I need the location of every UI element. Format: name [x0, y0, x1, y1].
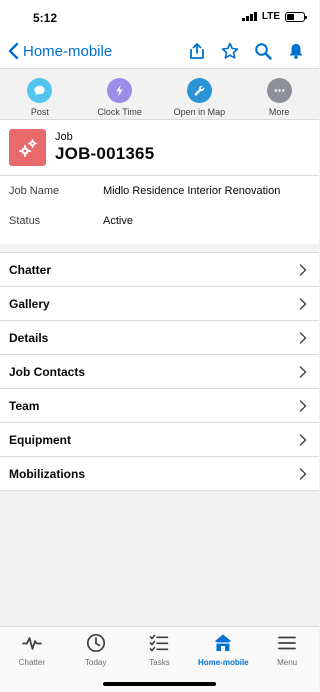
- back-button[interactable]: Home-mobile: [8, 43, 112, 60]
- chevron-right-icon: [299, 433, 307, 446]
- pulse-icon: [22, 637, 42, 650]
- signal-icon: [241, 12, 257, 21]
- record-title: JOB-001365: [55, 144, 155, 163]
- chat-icon: [27, 78, 53, 103]
- related-mobilizations[interactable]: Mobilizations: [0, 457, 319, 491]
- status-bar: 5:12 LTE: [0, 0, 319, 34]
- record-type: Job: [55, 131, 73, 143]
- related-chatter[interactable]: Chatter: [0, 253, 319, 287]
- battery-icon: [285, 11, 307, 22]
- back-label: Home-mobile: [23, 42, 113, 60]
- more-action[interactable]: More: [239, 69, 319, 119]
- tab-chatter[interactable]: Chatter: [0, 627, 64, 692]
- related-equipment[interactable]: Equipment: [0, 423, 319, 457]
- clock-time-action[interactable]: Clock Time: [80, 69, 160, 119]
- action-bar: Post Clock Time Open in Map More: [0, 68, 319, 120]
- network-label: LTE: [261, 11, 280, 22]
- search-icon[interactable]: [254, 42, 272, 60]
- more-icon: [266, 78, 292, 103]
- related-gallery[interactable]: Gallery: [0, 287, 319, 321]
- tab-menu[interactable]: Menu: [255, 627, 319, 692]
- post-action[interactable]: Post: [0, 69, 80, 119]
- record-header: Job JOB-001365: [0, 120, 319, 176]
- field-status: Status Active: [9, 215, 133, 227]
- chevron-right-icon: [299, 467, 307, 480]
- share-icon[interactable]: [188, 42, 206, 60]
- open-in-map-action[interactable]: Open in Map: [160, 69, 240, 119]
- tasks-icon: [150, 634, 169, 652]
- related-lists: Chatter Gallery Details Job Contacts Tea…: [0, 252, 319, 491]
- lightning-icon: [107, 78, 133, 103]
- chevron-right-icon: [299, 399, 307, 412]
- highlight-fields: Job Name Midlo Residence Interior Renova…: [0, 176, 319, 244]
- gears-icon: [9, 129, 46, 166]
- chevron-right-icon: [299, 331, 307, 344]
- chevron-right-icon: [299, 365, 307, 378]
- related-team[interactable]: Team: [0, 389, 319, 423]
- status-time: 5:12: [33, 11, 58, 25]
- related-job-contacts[interactable]: Job Contacts: [0, 355, 319, 389]
- star-icon[interactable]: [221, 42, 239, 60]
- navigation-bar: Home-mobile: [0, 34, 319, 68]
- menu-icon: [278, 636, 296, 650]
- wrench-icon: [186, 78, 212, 103]
- field-job-name: Job Name Midlo Residence Interior Renova…: [9, 185, 281, 197]
- chevron-right-icon: [299, 263, 307, 276]
- chevron-left-icon: [8, 43, 19, 59]
- home-icon: [214, 634, 232, 651]
- clock-icon: [86, 633, 105, 653]
- home-indicator[interactable]: [103, 682, 216, 686]
- chevron-right-icon: [299, 297, 307, 310]
- related-details[interactable]: Details: [0, 321, 319, 355]
- bell-icon[interactable]: [287, 42, 305, 60]
